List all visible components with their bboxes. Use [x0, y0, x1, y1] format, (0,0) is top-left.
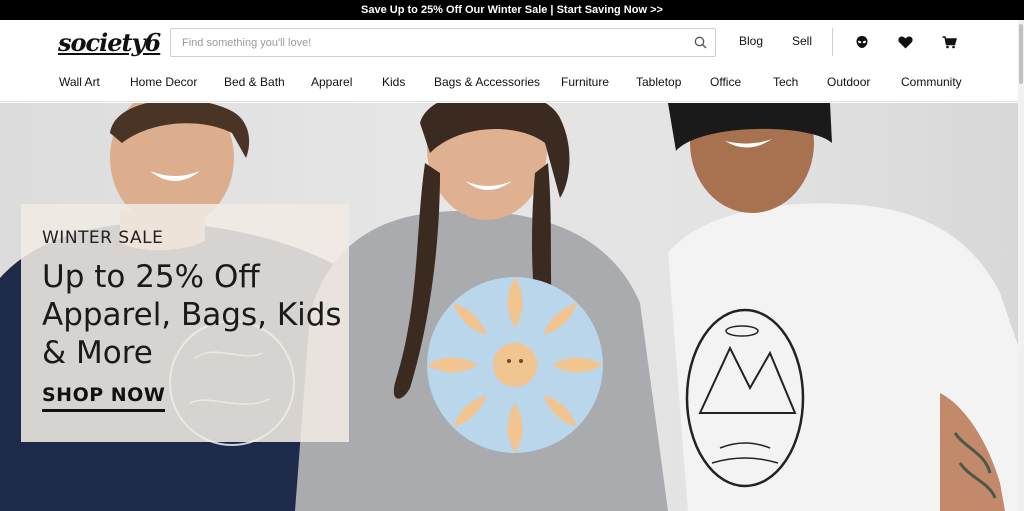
nav-item-tech[interactable]: Tech	[773, 75, 798, 89]
nav-item-outdoor[interactable]: Outdoor	[827, 75, 870, 89]
sell-link[interactable]: Sell	[792, 34, 812, 48]
hero-banner[interactable]: WINTER SALE Up to 25% Off Apparel, Bags,…	[0, 103, 1024, 511]
nav-item-home-decor[interactable]: Home Decor	[130, 75, 197, 89]
nav-item-bags-accessories[interactable]: Bags & Accessories	[434, 75, 540, 89]
sale-promo-card: WINTER SALE Up to 25% Off Apparel, Bags,…	[21, 204, 349, 442]
promo-banner-link[interactable]: Save Up to 25% Off Our Winter Sale | Sta…	[361, 4, 663, 16]
blog-link[interactable]: Blog	[739, 34, 763, 48]
search-bar	[170, 28, 716, 57]
site-logo[interactable]: society6	[58, 28, 161, 57]
page-scrollbar[interactable]	[1018, 20, 1024, 511]
alien-account-icon[interactable]	[853, 33, 871, 51]
model-center	[295, 103, 668, 511]
promo-banner: Save Up to 25% Off Our Winter Sale | Sta…	[0, 0, 1024, 20]
promo-kicker: WINTER SALE	[42, 228, 164, 248]
nav-item-wall-art[interactable]: Wall Art	[59, 75, 100, 89]
nav-item-tabletop[interactable]: Tabletop	[636, 75, 681, 89]
category-nav: Wall Art Home Decor Bed & Bath Apparel K…	[0, 64, 1024, 102]
nav-item-bed-bath[interactable]: Bed & Bath	[224, 75, 285, 89]
nav-item-apparel[interactable]: Apparel	[311, 75, 352, 89]
cart-icon[interactable]	[940, 33, 958, 51]
site-header: society6 Blog Sell	[0, 20, 1024, 64]
heart-icon[interactable]	[896, 33, 914, 51]
nav-item-office[interactable]: Office	[710, 75, 741, 89]
promo-headline: Up to 25% Off Apparel, Bags, Kids & More	[42, 259, 342, 371]
nav-item-kids[interactable]: Kids	[382, 75, 405, 89]
model-right	[668, 103, 1024, 511]
scrollbar-thumb[interactable]	[1019, 24, 1023, 84]
nav-item-community[interactable]: Community	[901, 75, 962, 89]
search-icon[interactable]	[685, 29, 715, 56]
header-divider	[832, 28, 833, 56]
search-input[interactable]	[171, 29, 685, 56]
nav-item-furniture[interactable]: Furniture	[561, 75, 609, 89]
shop-now-button[interactable]: SHOP NOW	[42, 384, 166, 412]
